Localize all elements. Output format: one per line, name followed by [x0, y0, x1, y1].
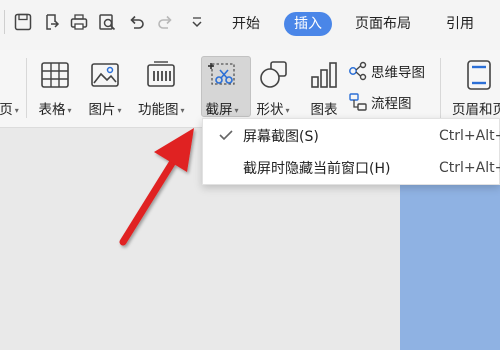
save-icon[interactable]	[12, 11, 34, 33]
flowchart-icon	[348, 92, 368, 112]
screenshot-dropdown-menu: 屏幕截图(S) Ctrl+Alt+ 截屏时隐藏当前窗口(H) Ctrl+Alt+	[202, 118, 500, 185]
ribbon-header-footer-label: 页眉和页	[452, 102, 500, 118]
print-preview-icon[interactable]	[96, 11, 118, 33]
ribbon-item-page[interactable]: 页 ▾	[0, 58, 26, 118]
chevron-down-icon: ▾	[285, 105, 290, 115]
chevron-down-icon: ▾	[14, 105, 19, 115]
header-footer-icon	[462, 58, 496, 92]
document-page[interactable]	[400, 160, 500, 350]
checkmark-icon	[217, 126, 235, 144]
ribbon-item-shape[interactable]: 形状 ▾	[256, 58, 290, 118]
tab-page-layout[interactable]: 页面布局	[355, 12, 411, 36]
ribbon-screenshot-label: 截屏	[205, 102, 233, 118]
menu-item-shortcut: Ctrl+Alt+	[439, 128, 500, 144]
ribbon-page-label: 页	[0, 102, 13, 118]
chevron-down-icon: ▾	[117, 105, 122, 115]
ribbon-item-function-chart[interactable]: 功能图 ▾	[138, 58, 185, 118]
table-icon	[38, 58, 72, 92]
ribbon-divider	[440, 58, 441, 118]
tab-bar: 开始 插入 页面布局 引用	[0, 0, 500, 50]
tab-start[interactable]: 开始	[232, 12, 260, 36]
ribbon-shape-label: 形状	[256, 102, 284, 118]
tab-reference[interactable]: 引用	[446, 12, 474, 36]
ribbon-item-table[interactable]: 表格 ▾	[38, 58, 72, 118]
function-chart-icon	[144, 58, 178, 92]
chart-icon	[307, 58, 341, 92]
ribbon: 页 ▾ 表格 ▾ 图片 ▾ 功能图 ▾ 截屏 ▾ 形状 ▾ 图表 思维导图 流程…	[0, 50, 500, 128]
ribbon-divider	[26, 58, 27, 118]
print-icon[interactable]	[68, 11, 90, 33]
menu-item-shortcut: Ctrl+Alt+	[439, 160, 500, 176]
chevron-down-icon: ▾	[67, 105, 72, 115]
ribbon-flowchart-label: 流程图	[371, 96, 412, 112]
undo-icon[interactable]	[126, 11, 148, 33]
chevron-down-icon: ▾	[234, 105, 239, 115]
tab-insert[interactable]: 插入	[284, 12, 332, 36]
menu-item-screen-capture[interactable]: 屏幕截图(S) Ctrl+Alt+	[203, 120, 500, 152]
chevron-down-icon: ▾	[180, 105, 185, 115]
export-icon[interactable]	[40, 11, 62, 33]
ribbon-function-chart-label: 功能图	[138, 102, 179, 118]
ribbon-picture-label: 图片	[88, 102, 116, 118]
ribbon-item-flowchart[interactable]: 流程图	[348, 92, 412, 112]
screenshot-icon	[205, 58, 239, 92]
ribbon-item-mindmap[interactable]: 思维导图	[348, 61, 425, 81]
menu-item-hide-window-capture[interactable]: 截屏时隐藏当前窗口(H) Ctrl+Alt+	[203, 152, 500, 184]
ribbon-item-picture[interactable]: 图片 ▾	[88, 58, 122, 118]
ribbon-table-label: 表格	[38, 102, 66, 118]
menu-item-label: 屏幕截图(S)	[243, 129, 319, 145]
ribbon-chart-label: 图表	[310, 102, 338, 118]
shape-icon	[256, 58, 290, 92]
quick-access-divider	[4, 10, 5, 34]
mindmap-icon	[348, 61, 368, 81]
picture-icon	[88, 58, 122, 92]
ribbon-item-screenshot[interactable]: 截屏 ▾	[205, 58, 239, 118]
menu-item-label: 截屏时隐藏当前窗口(H)	[243, 161, 391, 177]
ribbon-item-header-footer[interactable]: 页眉和页	[452, 58, 500, 118]
page-icon	[0, 58, 26, 92]
customize-icon[interactable]	[186, 11, 208, 33]
redo-icon[interactable]	[154, 11, 176, 33]
ribbon-mindmap-label: 思维导图	[371, 65, 425, 81]
ribbon-item-chart[interactable]: 图表	[307, 58, 341, 118]
